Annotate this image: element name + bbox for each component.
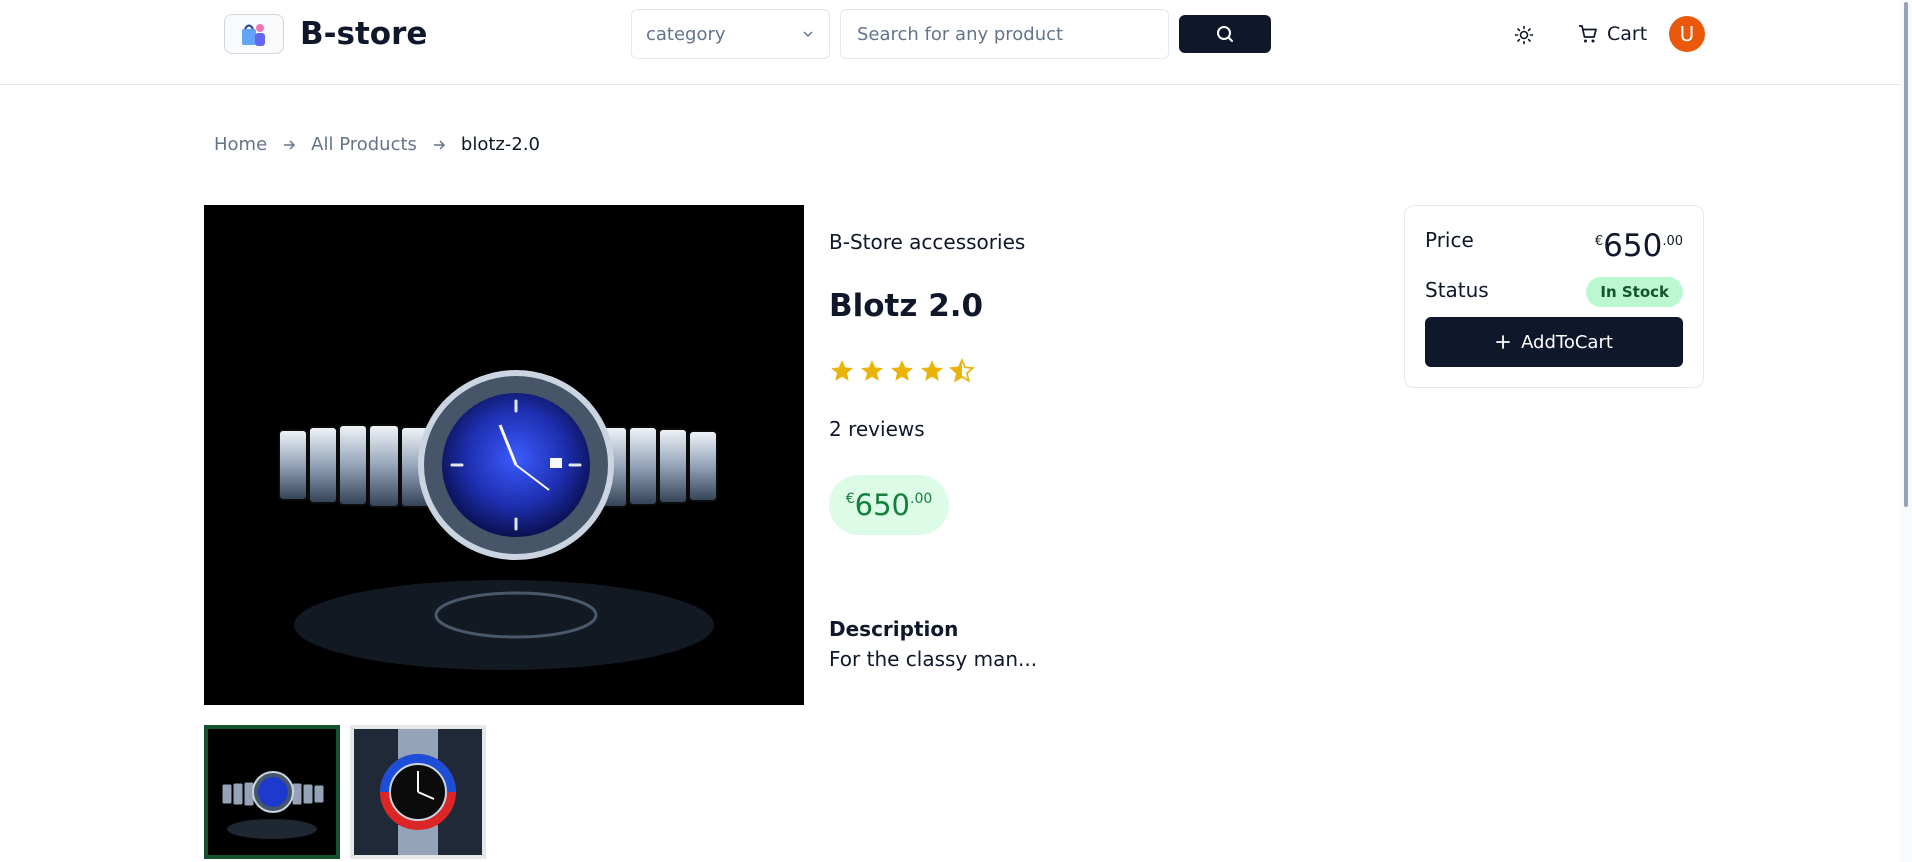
search-button[interactable] — [1179, 15, 1271, 53]
watch-thumbnail-image — [208, 729, 336, 855]
cart-link[interactable]: Cart — [1577, 18, 1647, 50]
star-full-icon — [861, 360, 883, 381]
theme-toggle-button[interactable] — [1509, 20, 1539, 50]
arrow-right-icon — [281, 137, 297, 153]
cart-icon — [1579, 25, 1597, 43]
add-to-cart-button[interactable]: AddToCart — [1425, 317, 1683, 367]
category-select[interactable]: category — [631, 9, 830, 59]
star-full-icon — [831, 360, 853, 381]
plus-icon — [1496, 335, 1510, 349]
description-heading: Description — [829, 617, 959, 641]
star-full-icon — [891, 360, 913, 381]
product-brand: B-Store accessories — [829, 230, 1026, 254]
price-whole: 650 — [1603, 228, 1663, 264]
price-whole: 650 — [854, 488, 910, 522]
watch-thumbnail-image — [354, 729, 482, 855]
breadcrumb-home[interactable]: Home — [214, 134, 267, 155]
store-logo[interactable] — [224, 14, 284, 54]
product-price-badge: € 650 .00 — [829, 475, 949, 535]
card-price: € 650 .00 — [1595, 228, 1683, 264]
price-label: Price — [1425, 228, 1474, 252]
stock-status-badge: In Stock — [1586, 277, 1683, 307]
chevron-down-icon — [803, 31, 813, 38]
add-to-cart-label: AddToCart — [1521, 331, 1613, 353]
watch-image — [278, 370, 718, 670]
product-main-image[interactable] — [204, 205, 804, 705]
arrow-right-icon — [431, 137, 447, 153]
top-navbar: B-store category Search for any product … — [0, 0, 1900, 85]
review-count[interactable]: 2 reviews — [829, 417, 925, 441]
price-cents: .00 — [910, 491, 933, 507]
user-avatar[interactable]: U — [1669, 16, 1705, 52]
shopping-user-icon — [242, 24, 265, 46]
currency-symbol: € — [1594, 234, 1604, 249]
currency-symbol: € — [845, 491, 855, 507]
thumbnail-blue-dial[interactable] — [204, 725, 340, 859]
product-title: Blotz 2.0 — [829, 288, 984, 324]
description-text: For the classy man... — [829, 647, 1038, 671]
purchase-card: Price € 650 .00 Status In Stock AddToCar… — [1404, 205, 1704, 388]
star-half-icon — [949, 358, 975, 383]
breadcrumb-all-products[interactable]: All Products — [311, 134, 417, 155]
status-label: Status — [1425, 278, 1489, 302]
cart-label: Cart — [1607, 23, 1648, 45]
category-select-label: category — [646, 23, 726, 45]
rating-stars — [829, 358, 975, 384]
search-icon — [1217, 26, 1233, 42]
breadcrumb: Home All Products blotz-2.0 — [214, 134, 540, 155]
brand-name[interactable]: B-store — [300, 14, 427, 54]
star-full-icon — [921, 360, 943, 381]
search-input[interactable] — [840, 9, 1169, 59]
thumbnail-pepsi-bezel[interactable] — [350, 725, 486, 859]
price-cents: .00 — [1662, 234, 1683, 249]
sun-icon — [1514, 25, 1534, 45]
page-scrollbar-thumb[interactable] — [1904, 2, 1908, 507]
breadcrumb-current: blotz-2.0 — [460, 134, 540, 155]
